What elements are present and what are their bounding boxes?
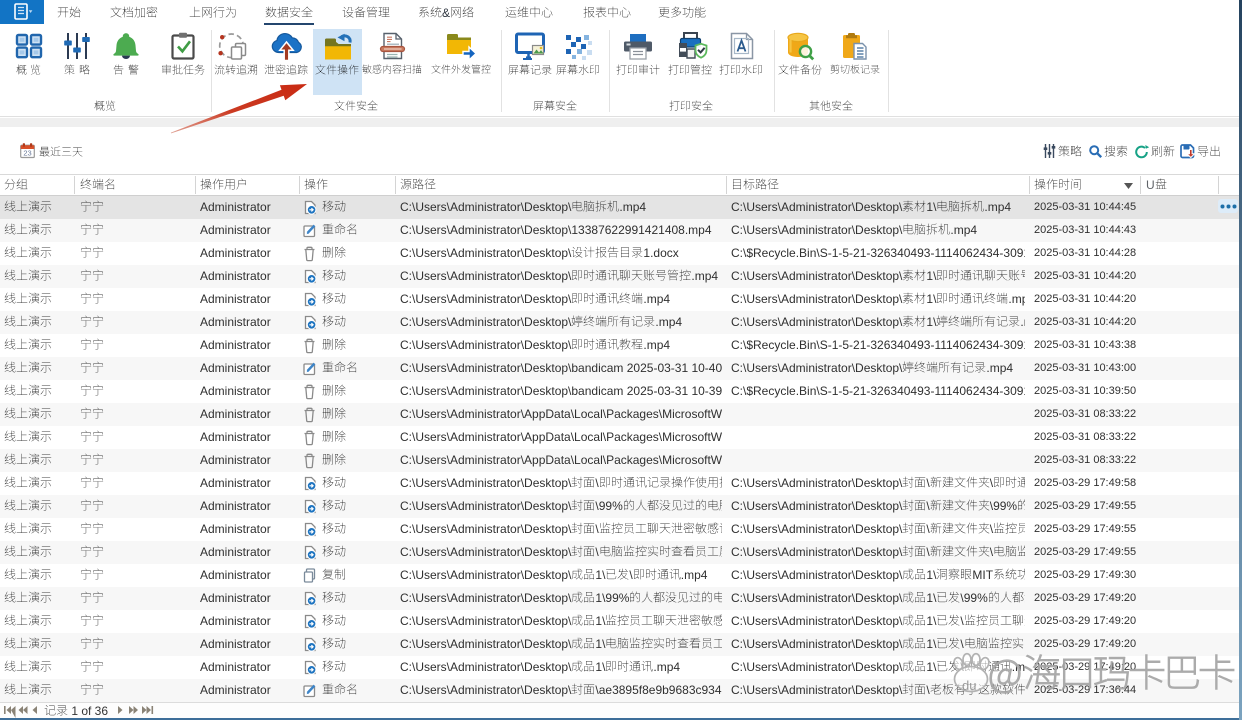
svg-text:23: 23 — [23, 149, 31, 158]
